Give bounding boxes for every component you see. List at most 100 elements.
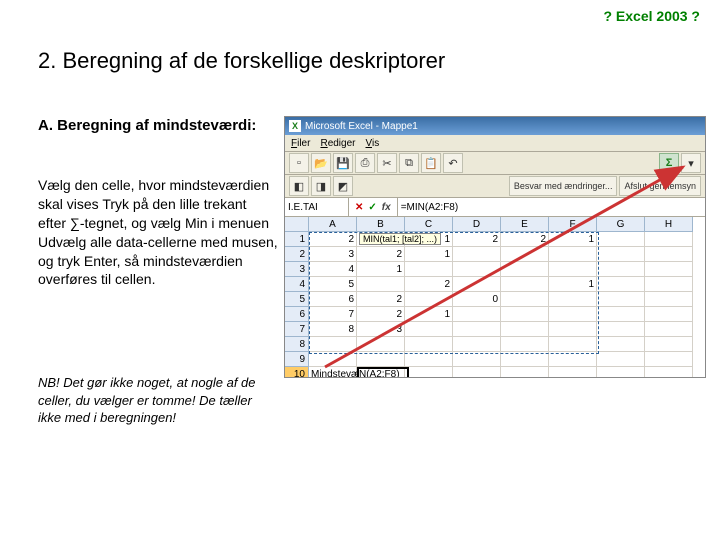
cell[interactable]: 7	[309, 307, 357, 322]
cell[interactable]: 2	[453, 232, 501, 247]
cell[interactable]	[453, 352, 501, 367]
cell[interactable]	[549, 367, 597, 378]
row-header[interactable]: 6	[285, 307, 309, 322]
cell[interactable]	[645, 262, 693, 277]
cancel-formula-icon[interactable]: ✕	[355, 202, 363, 213]
cell[interactable]	[597, 322, 645, 337]
cell[interactable]	[501, 292, 549, 307]
cell[interactable]: Mindsteværdi	[309, 367, 357, 378]
menu-vis[interactable]: Vis	[366, 138, 380, 149]
cell[interactable]	[645, 247, 693, 262]
paste-icon[interactable]: 📋	[421, 153, 441, 173]
cell[interactable]: 1	[405, 307, 453, 322]
cell[interactable]: 3	[357, 322, 405, 337]
name-box[interactable]: I.E.TAI	[285, 198, 349, 216]
row-header[interactable]: 4	[285, 277, 309, 292]
cell[interactable]	[453, 277, 501, 292]
corner-cell[interactable]	[285, 217, 309, 232]
cell[interactable]: 1	[549, 232, 597, 247]
menu-filer[interactable]: Filer	[291, 138, 310, 149]
cell[interactable]: 3	[309, 247, 357, 262]
cell[interactable]	[405, 292, 453, 307]
cell[interactable]	[549, 292, 597, 307]
excel-2003-link[interactable]: ? Excel 2003 ?	[603, 8, 700, 24]
fx-icon[interactable]: fx	[382, 202, 391, 213]
cell[interactable]	[645, 337, 693, 352]
print-icon[interactable]: ⎙	[355, 153, 375, 173]
cell[interactable]: N(A2:F8)	[357, 367, 405, 378]
toolbar-icon[interactable]: ◧	[289, 176, 309, 196]
row-header[interactable]: 7	[285, 322, 309, 337]
cell[interactable]	[405, 262, 453, 277]
cell[interactable]	[645, 322, 693, 337]
row-header[interactable]: 8	[285, 337, 309, 352]
row-header[interactable]: 10	[285, 367, 309, 378]
cell[interactable]	[501, 247, 549, 262]
row-header[interactable]: 9	[285, 352, 309, 367]
cell[interactable]	[453, 307, 501, 322]
row-header[interactable]: 2	[285, 247, 309, 262]
cell[interactable]	[309, 352, 357, 367]
cell[interactable]	[645, 352, 693, 367]
cell[interactable]	[597, 232, 645, 247]
cell[interactable]	[549, 262, 597, 277]
col-header[interactable]: G	[597, 217, 645, 232]
cut-icon[interactable]: ✂	[377, 153, 397, 173]
cell[interactable]	[549, 322, 597, 337]
cell[interactable]	[597, 367, 645, 378]
cell[interactable]: 2	[357, 292, 405, 307]
save-icon[interactable]: 💾	[333, 153, 353, 173]
row-header[interactable]: 3	[285, 262, 309, 277]
cell[interactable]	[501, 262, 549, 277]
toolbar-icon[interactable]: ◨	[311, 176, 331, 196]
cell[interactable]	[549, 352, 597, 367]
cell[interactable]	[549, 307, 597, 322]
formula-input[interactable]: =MIN(A2:F8)	[398, 198, 705, 216]
cell[interactable]	[597, 247, 645, 262]
undo-icon[interactable]: ↶	[443, 153, 463, 173]
col-header[interactable]: H	[645, 217, 693, 232]
cell[interactable]	[453, 262, 501, 277]
cell[interactable]	[501, 307, 549, 322]
cell[interactable]: 1	[405, 247, 453, 262]
cell[interactable]: 2	[357, 247, 405, 262]
cell[interactable]	[645, 232, 693, 247]
cell[interactable]	[597, 337, 645, 352]
col-header[interactable]: A	[309, 217, 357, 232]
col-header[interactable]: E	[501, 217, 549, 232]
cell[interactable]	[405, 367, 453, 378]
cell[interactable]	[501, 367, 549, 378]
col-header[interactable]: B	[357, 217, 405, 232]
cell[interactable]	[357, 352, 405, 367]
toolbar-icon[interactable]: ◩	[333, 176, 353, 196]
cell[interactable]: 6	[309, 292, 357, 307]
cell[interactable]	[549, 337, 597, 352]
cell[interactable]	[453, 247, 501, 262]
autosum-dropdown-icon[interactable]: ▾	[681, 153, 701, 173]
cell[interactable]	[597, 307, 645, 322]
cell[interactable]: 2	[357, 307, 405, 322]
new-icon[interactable]: ▫	[289, 153, 309, 173]
cell[interactable]	[405, 337, 453, 352]
cell[interactable]	[405, 352, 453, 367]
end-review-button[interactable]: Afslut gennemsyn	[619, 176, 701, 196]
cell[interactable]	[501, 352, 549, 367]
cell[interactable]	[645, 367, 693, 378]
cell[interactable]: 0	[453, 292, 501, 307]
row-header[interactable]: 5	[285, 292, 309, 307]
cell[interactable]	[597, 352, 645, 367]
cell[interactable]: 2	[309, 232, 357, 247]
cell[interactable]	[453, 322, 501, 337]
cell[interactable]	[501, 322, 549, 337]
cell[interactable]	[357, 337, 405, 352]
cell[interactable]	[453, 337, 501, 352]
cell[interactable]	[501, 277, 549, 292]
cell[interactable]	[453, 367, 501, 378]
open-icon[interactable]: 📂	[311, 153, 331, 173]
cell[interactable]	[597, 262, 645, 277]
cell[interactable]: 1	[357, 262, 405, 277]
cell[interactable]: 2	[405, 277, 453, 292]
cell[interactable]: 8	[309, 322, 357, 337]
cell[interactable]: 5	[309, 277, 357, 292]
cell[interactable]	[597, 277, 645, 292]
